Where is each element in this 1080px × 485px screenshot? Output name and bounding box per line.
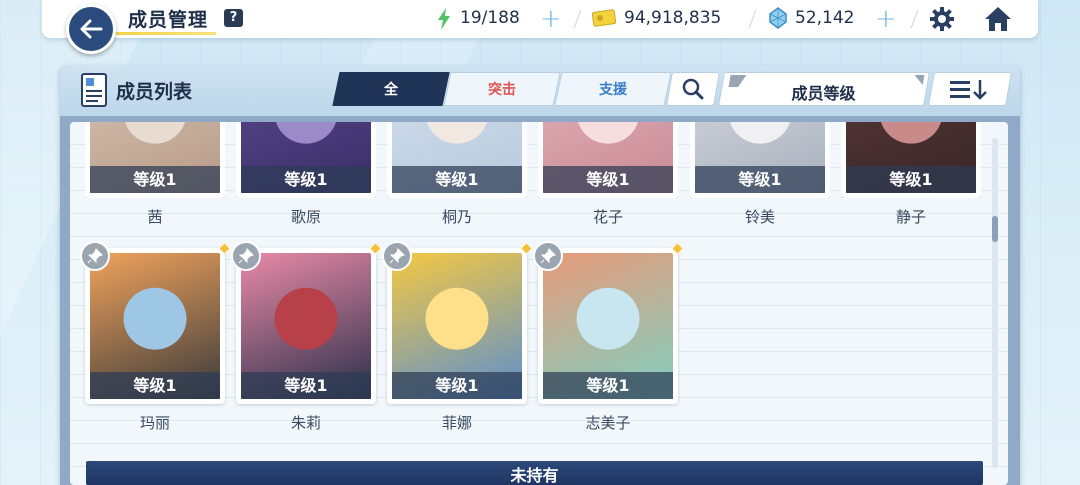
help-button[interactable]: ? bbox=[224, 9, 243, 27]
sort-order-button[interactable] bbox=[928, 72, 1012, 106]
dropdown-corner-icon bbox=[912, 75, 925, 85]
roster-list-icon bbox=[81, 73, 107, 107]
member-level: 等级1 bbox=[90, 372, 220, 399]
member-level: 等级1 bbox=[543, 372, 673, 399]
credits-value: 94,918,835 bbox=[624, 8, 722, 28]
pin-icon[interactable] bbox=[533, 241, 563, 271]
member-level: 等级1 bbox=[90, 166, 220, 193]
member-card[interactable]: 等级1 bbox=[80, 241, 231, 404]
pin-icon[interactable] bbox=[382, 241, 412, 271]
section-label: 未持有 bbox=[510, 466, 559, 485]
tab-special[interactable]: 支援 bbox=[554, 72, 672, 106]
tab-striker[interactable]: 突击 bbox=[443, 72, 561, 106]
member-level: 等级1 bbox=[392, 166, 522, 193]
sort-dropdown[interactable]: 成员等级 bbox=[718, 72, 930, 106]
arrow-left-icon bbox=[80, 19, 103, 39]
member-card[interactable]: 等级1 bbox=[533, 241, 684, 404]
stamina-icon bbox=[438, 8, 450, 30]
member-card[interactable]: 等级1 bbox=[231, 241, 382, 404]
member-name: 玛丽 bbox=[139, 414, 170, 432]
member-name: 志美子 bbox=[585, 414, 631, 432]
member-name: 静子 bbox=[895, 208, 926, 226]
member-name: 菲娜 bbox=[441, 414, 472, 432]
filter-tabs: 全 突击 支援 bbox=[332, 72, 672, 106]
tab-all[interactable]: 全 bbox=[332, 72, 450, 106]
member-level: 等级1 bbox=[392, 372, 522, 399]
stamina-value: 19/188 bbox=[460, 8, 520, 28]
add-stamina-button[interactable]: + bbox=[540, 4, 562, 34]
scrollbar-thumb[interactable] bbox=[992, 216, 998, 242]
member-level: 等级1 bbox=[695, 166, 825, 193]
search-icon bbox=[682, 78, 704, 100]
member-name: 花子 bbox=[592, 208, 623, 226]
gear-icon[interactable] bbox=[929, 6, 955, 32]
back-button[interactable] bbox=[66, 4, 116, 54]
panel-title: 成员列表 bbox=[116, 81, 193, 103]
pin-icon[interactable] bbox=[231, 241, 261, 271]
home-icon[interactable] bbox=[984, 6, 1012, 32]
member-level: 等级1 bbox=[241, 166, 371, 193]
tab-label: 支援 bbox=[599, 82, 627, 98]
sort-descending-icon bbox=[950, 80, 987, 100]
tab-label: 全 bbox=[384, 82, 398, 98]
member-card[interactable]: 等级1 bbox=[382, 241, 533, 404]
title-underline bbox=[116, 32, 216, 35]
scrollbar-track[interactable] bbox=[992, 138, 998, 468]
member-name: 桐乃 bbox=[441, 208, 472, 226]
member-name: 歌原 bbox=[290, 208, 321, 226]
member-name: 铃美 bbox=[744, 208, 775, 226]
member-level: 等级1 bbox=[241, 372, 371, 399]
tab-label: 突击 bbox=[488, 82, 516, 98]
not-owned-section-header: 未持有 bbox=[86, 461, 983, 485]
gem-icon bbox=[769, 7, 787, 29]
gems-value: 52,142 bbox=[795, 8, 855, 28]
member-name: 朱莉 bbox=[290, 414, 321, 432]
page-title: 成员管理 bbox=[128, 9, 209, 31]
member-level: 等级1 bbox=[543, 166, 673, 193]
credit-icon bbox=[592, 9, 616, 27]
member-level: 等级1 bbox=[846, 166, 976, 193]
add-gems-button[interactable]: + bbox=[875, 4, 897, 34]
search-button[interactable] bbox=[666, 72, 720, 106]
pin-icon[interactable] bbox=[80, 241, 110, 271]
sort-label: 成员等级 bbox=[791, 84, 856, 103]
member-name: 茜 bbox=[147, 208, 163, 226]
